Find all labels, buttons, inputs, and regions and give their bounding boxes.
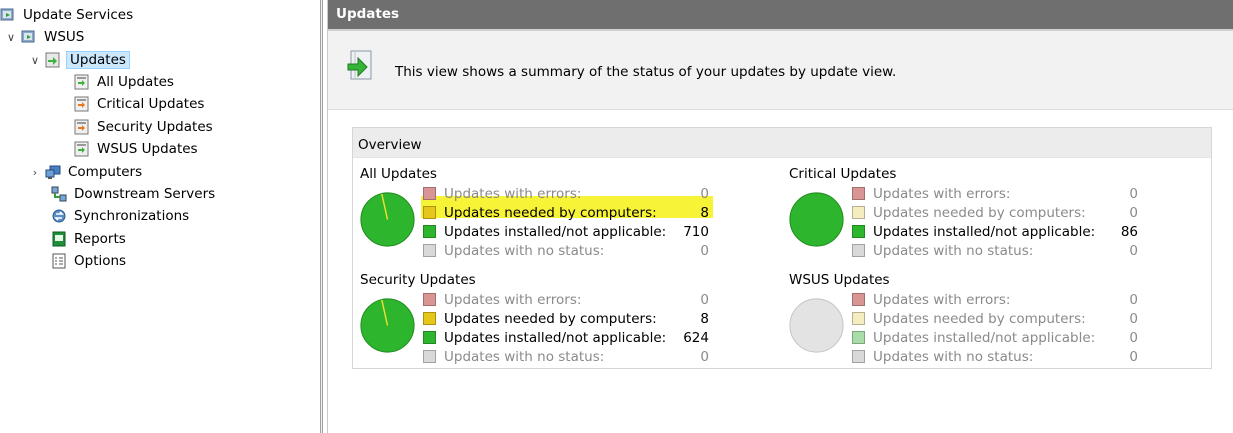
row-installed[interactable]: Updates installed/not applicable: 624 (423, 328, 709, 347)
tree-item-update-services[interactable]: Update Services (0, 5, 135, 25)
tree-item-updates[interactable]: ∨ Updates (28, 50, 130, 70)
group-wsus-updates: WSUS Updates Updates with errors: 0 Updat… (782, 272, 1202, 372)
needed-swatch (852, 206, 865, 219)
installed-swatch (423, 225, 436, 238)
row-errors[interactable]: Updates with errors: 0 (852, 290, 1138, 309)
tree-item-wsus-updates[interactable]: WSUS Updates (74, 139, 200, 159)
tree-item-wsus[interactable]: ∨ WSUS (4, 27, 86, 47)
group-title[interactable]: All Updates (360, 166, 437, 182)
options-icon (52, 253, 66, 269)
tree-item-downstream-servers[interactable]: Downstream Servers (51, 184, 217, 204)
group-title[interactable]: Critical Updates (789, 166, 896, 182)
results-pane: Updates This view shows a summary of the… (327, 0, 1233, 433)
installed-swatch (423, 331, 436, 344)
tree-item-all-updates[interactable]: All Updates (74, 72, 176, 92)
row-installed[interactable]: Updates installed/not applicable: 86 (852, 222, 1138, 241)
critical-update-view-icon (74, 96, 89, 112)
updates-icon (45, 52, 60, 68)
tree-item-synchronizations[interactable]: Synchronizations (51, 206, 191, 226)
tree-item-security-updates[interactable]: Security Updates (74, 117, 215, 137)
nostatus-swatch (423, 350, 436, 363)
errors-swatch (852, 293, 865, 306)
group-security-updates: Security Updates Updates with errors: 0 U… (353, 272, 773, 372)
row-nostatus[interactable]: Updates with no status: 0 (852, 347, 1138, 366)
info-banner: This view shows a summary of the status … (328, 31, 1233, 110)
computers-icon (45, 165, 61, 179)
security-update-view-icon (74, 119, 89, 135)
installed-swatch (852, 331, 865, 344)
tree-item-critical-updates[interactable]: Critical Updates (74, 94, 206, 114)
nostatus-swatch (852, 244, 865, 257)
server-icon (21, 30, 35, 43)
wsus-update-view-icon (74, 141, 89, 157)
errors-swatch (852, 187, 865, 200)
row-needed[interactable]: Updates needed by computers: 8 (423, 203, 709, 222)
row-needed[interactable]: Updates needed by computers: 0 (852, 309, 1138, 328)
row-installed[interactable]: Updates installed/not applicable: 710 (423, 222, 709, 241)
row-nostatus[interactable]: Updates with no status: 0 (423, 241, 709, 260)
downstream-servers-icon (51, 186, 67, 202)
reports-icon (52, 231, 66, 247)
row-needed[interactable]: Updates needed by computers: 8 (423, 309, 709, 328)
tree-item-options[interactable]: Options (51, 251, 128, 271)
row-nostatus[interactable]: Updates with no status: 0 (423, 347, 709, 366)
group-all-updates: All Updates Updates with errors: 0 Update… (353, 166, 773, 266)
overview-header: Overview (353, 128, 1211, 158)
needed-swatch (423, 206, 436, 219)
row-nostatus[interactable]: Updates with no status: 0 (852, 241, 1138, 260)
pane-title: Updates (328, 0, 1233, 31)
needed-swatch (852, 312, 865, 325)
status-pie-chart (789, 192, 844, 247)
row-errors[interactable]: Updates with errors: 0 (423, 290, 709, 309)
group-title[interactable]: Security Updates (360, 272, 476, 288)
nostatus-swatch (852, 350, 865, 363)
console-tree: Update Services ∨ WSUS ∨ Updates All Upd… (0, 0, 320, 433)
expand-icon[interactable]: › (28, 166, 42, 179)
info-text: This view shows a summary of the status … (395, 64, 897, 80)
needed-swatch (423, 312, 436, 325)
row-errors[interactable]: Updates with errors: 0 (423, 184, 709, 203)
status-pie-chart (789, 298, 844, 353)
update-view-icon (74, 74, 89, 90)
errors-swatch (423, 187, 436, 200)
status-pie-chart (360, 192, 415, 247)
group-critical-updates: Critical Updates Updates with errors: 0 U… (782, 166, 1202, 266)
row-errors[interactable]: Updates with errors: 0 (852, 184, 1138, 203)
row-needed[interactable]: Updates needed by computers: 0 (852, 203, 1138, 222)
overview-panel: Overview All Updates Updates with errors… (352, 127, 1212, 369)
row-installed[interactable]: Updates installed/not applicable: 0 (852, 328, 1138, 347)
installed-swatch (852, 225, 865, 238)
pane-splitter[interactable] (320, 0, 323, 433)
nostatus-swatch (423, 244, 436, 257)
updates-large-icon (347, 50, 372, 80)
collapse-icon[interactable]: ∨ (28, 54, 42, 67)
tree-item-computers[interactable]: › Computers (28, 162, 144, 182)
collapse-icon[interactable]: ∨ (4, 31, 18, 44)
update-services-icon (0, 8, 14, 21)
synchronizations-icon (52, 209, 66, 223)
tree-item-reports[interactable]: Reports (51, 229, 128, 249)
status-pie-chart (360, 298, 415, 353)
errors-swatch (423, 293, 436, 306)
group-title[interactable]: WSUS Updates (789, 272, 890, 288)
